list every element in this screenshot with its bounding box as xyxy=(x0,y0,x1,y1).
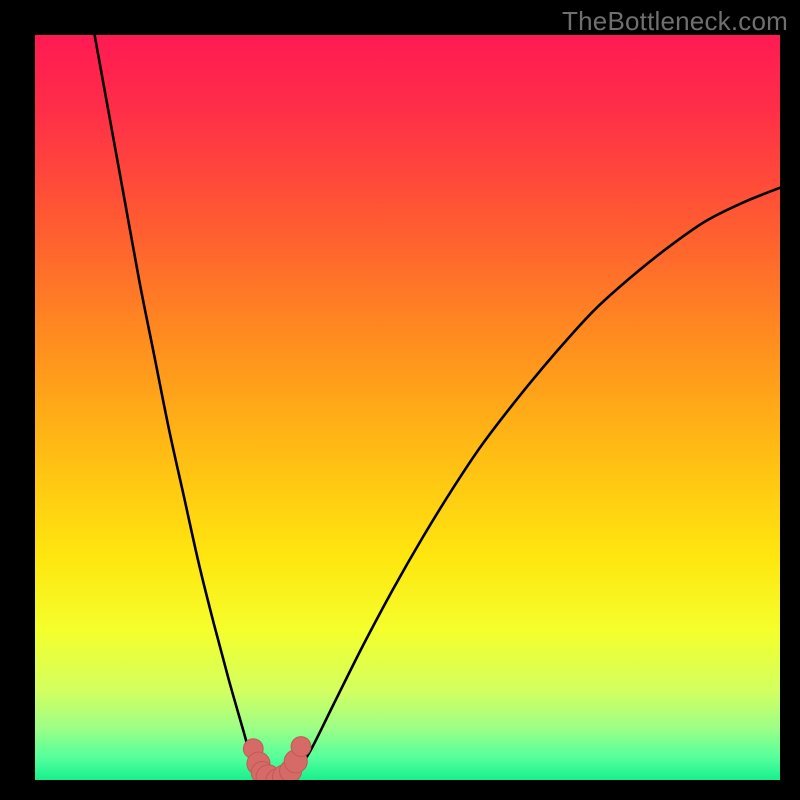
knot-bead xyxy=(291,737,311,757)
chart-frame: TheBottleneck.com xyxy=(0,0,800,800)
gradient-background xyxy=(35,35,780,780)
watermark-text: TheBottleneck.com xyxy=(562,6,788,37)
plot-area xyxy=(35,35,780,780)
bottleneck-chart xyxy=(35,35,780,780)
